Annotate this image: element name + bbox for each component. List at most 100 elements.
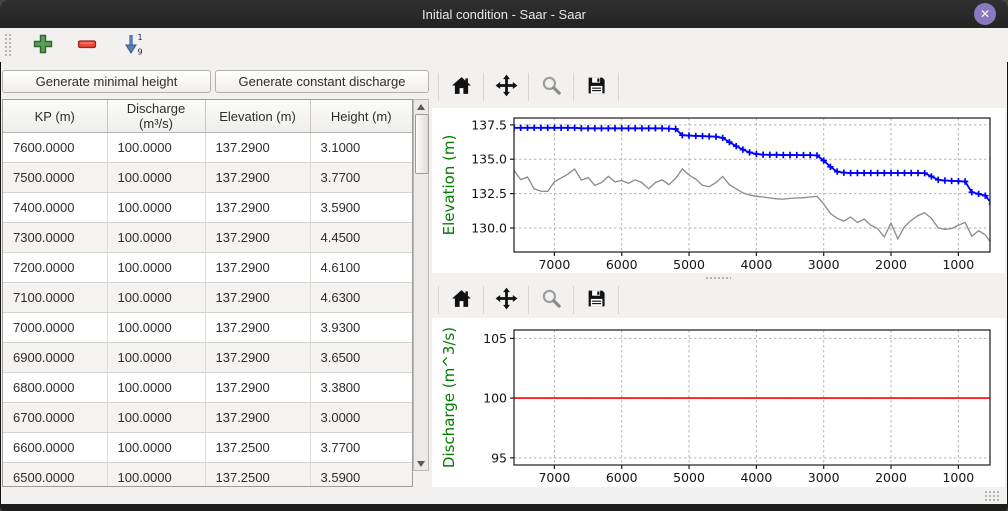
table-cell[interactable]: 100.0000 — [107, 373, 205, 403]
separator — [528, 73, 529, 101]
table-cell[interactable]: 3.7700 — [310, 433, 412, 463]
svg-text:100: 100 — [483, 391, 507, 406]
generate-minimal-height-button[interactable]: Generate minimal height — [2, 70, 211, 93]
table-cell[interactable]: 137.2900 — [205, 403, 310, 433]
table-cell[interactable]: 6800.0000 — [3, 373, 107, 403]
table-cell[interactable]: 4.6100 — [310, 253, 412, 283]
table-cell[interactable]: 3.5900 — [310, 193, 412, 223]
column-header-kp[interactable]: KP (m) — [3, 100, 107, 133]
table-cell[interactable]: 3.5900 — [310, 463, 412, 488]
sort-button[interactable]: 1 9 — [116, 30, 152, 60]
minus-icon — [76, 33, 98, 58]
svg-text:135.0: 135.0 — [471, 152, 507, 167]
nav-home-button[interactable] — [445, 284, 477, 316]
table-cell[interactable]: 100.0000 — [107, 223, 205, 253]
nav-zoom-button[interactable] — [535, 71, 567, 103]
table-cell[interactable]: 7100.0000 — [3, 283, 107, 313]
discharge-chart-canvas[interactable]: 700060005000400030002000100010510095Disc… — [432, 318, 1005, 487]
table-cell[interactable]: 4.6300 — [310, 283, 412, 313]
column-header-elevation[interactable]: Elevation (m) — [205, 100, 310, 133]
remove-row-button[interactable] — [72, 30, 102, 60]
table-cell[interactable]: 137.2900 — [205, 253, 310, 283]
table-cell[interactable]: 137.2900 — [205, 343, 310, 373]
table-row: 7600.0000100.0000137.29003.1000 — [3, 133, 412, 163]
table-cell[interactable]: 137.2900 — [205, 373, 310, 403]
table-scrollbar[interactable] — [413, 99, 429, 471]
table-cell[interactable]: 7500.0000 — [3, 163, 107, 193]
table-cell[interactable]: 7300.0000 — [3, 223, 107, 253]
table-row: 7500.0000100.0000137.29003.7700 — [3, 163, 412, 193]
table-cell[interactable]: 100.0000 — [107, 253, 205, 283]
table-cell[interactable]: 100.0000 — [107, 133, 205, 163]
table-cell[interactable]: 3.9300 — [310, 313, 412, 343]
table-cell[interactable]: 3.6500 — [310, 343, 412, 373]
nav-home-button[interactable] — [445, 71, 477, 103]
table-cell[interactable]: 3.0000 — [310, 403, 412, 433]
column-header-discharge[interactable]: Discharge (m³/s) — [107, 100, 205, 133]
table-cell[interactable]: 7400.0000 — [3, 193, 107, 223]
generate-constant-discharge-button[interactable]: Generate constant discharge — [215, 70, 429, 93]
table-cell[interactable]: 6900.0000 — [3, 343, 107, 373]
table-cell[interactable]: 100.0000 — [107, 343, 205, 373]
chart-splitter-handle[interactable] — [705, 276, 731, 281]
separator — [438, 286, 439, 314]
discharge-nav-toolbar — [432, 283, 625, 317]
close-button[interactable]: ✕ — [974, 3, 996, 25]
separator — [618, 286, 619, 314]
elevation-chart-canvas[interactable]: 7000600050004000300020001000137.5135.013… — [432, 108, 1005, 273]
table-cell[interactable]: 100.0000 — [107, 193, 205, 223]
svg-text:6000: 6000 — [606, 257, 638, 272]
nav-pan-button[interactable] — [490, 284, 522, 316]
table-row: 6800.0000100.0000137.29003.3800 — [3, 373, 412, 403]
column-header-height[interactable]: Height (m) — [310, 100, 412, 133]
table-cell[interactable]: 6600.0000 — [3, 433, 107, 463]
window-resize-grip[interactable] — [984, 490, 999, 503]
table-cell[interactable]: 3.1000 — [310, 133, 412, 163]
window-title: Initial condition - Saar - Saar — [422, 7, 586, 22]
table-cell[interactable]: 7600.0000 — [3, 133, 107, 163]
table-cell[interactable]: 137.2900 — [205, 283, 310, 313]
table-cell[interactable]: 137.2500 — [205, 463, 310, 488]
svg-text:130.0: 130.0 — [471, 220, 507, 235]
table-cell[interactable]: 3.3800 — [310, 373, 412, 403]
table-cell[interactable]: 100.0000 — [107, 163, 205, 193]
table-cell[interactable]: 6700.0000 — [3, 403, 107, 433]
scroll-down-button[interactable] — [414, 457, 428, 470]
table-cell[interactable]: 6500.0000 — [3, 463, 107, 488]
initial-condition-table: KP (m) Discharge (m³/s) Elevation (m) He… — [2, 99, 413, 487]
nav-save-button[interactable] — [580, 284, 612, 316]
nav-pan-button[interactable] — [490, 71, 522, 103]
table-cell[interactable]: 3.7700 — [310, 163, 412, 193]
svg-text:5000: 5000 — [673, 470, 705, 485]
nav-zoom-button[interactable] — [535, 284, 567, 316]
svg-text:137.5: 137.5 — [471, 117, 507, 132]
svg-text:95: 95 — [491, 450, 507, 465]
table-cell[interactable]: 137.2900 — [205, 313, 310, 343]
table-cell[interactable]: 100.0000 — [107, 433, 205, 463]
table-row: 7000.0000100.0000137.29003.9300 — [3, 313, 412, 343]
sort-ascending-icon: 1 9 — [121, 31, 147, 60]
nav-save-button[interactable] — [580, 71, 612, 103]
titlebar[interactable]: Initial condition - Saar - Saar ✕ — [0, 0, 1008, 28]
table-cell[interactable]: 4.4500 — [310, 223, 412, 253]
elevation-nav-toolbar — [432, 70, 625, 104]
close-icon: ✕ — [980, 7, 990, 21]
scrollbar-thumb[interactable] — [415, 114, 429, 174]
table-cell[interactable]: 7200.0000 — [3, 253, 107, 283]
separator — [483, 286, 484, 314]
add-row-button[interactable] — [28, 30, 58, 60]
svg-text:3000: 3000 — [808, 470, 840, 485]
separator — [438, 73, 439, 101]
table-cell[interactable]: 137.2900 — [205, 163, 310, 193]
table-cell[interactable]: 100.0000 — [107, 403, 205, 433]
table-cell[interactable]: 100.0000 — [107, 463, 205, 488]
table-cell[interactable]: 137.2900 — [205, 133, 310, 163]
table-cell[interactable]: 7000.0000 — [3, 313, 107, 343]
table-cell[interactable]: 100.0000 — [107, 283, 205, 313]
table-cell[interactable]: 137.2900 — [205, 193, 310, 223]
table-cell[interactable]: 137.2500 — [205, 433, 310, 463]
scroll-up-button[interactable] — [414, 100, 428, 113]
table-cell[interactable]: 100.0000 — [107, 313, 205, 343]
table-cell[interactable]: 137.2900 — [205, 223, 310, 253]
toolbar-drag-handle[interactable] — [4, 33, 12, 57]
